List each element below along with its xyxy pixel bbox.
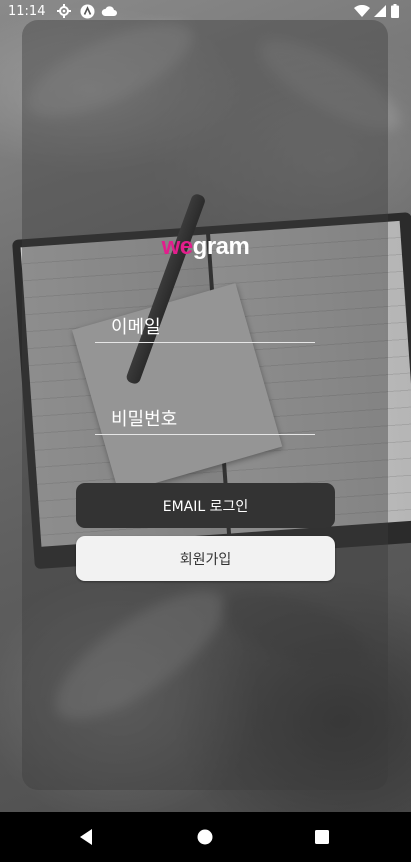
email-field — [95, 312, 315, 343]
battery-icon — [390, 3, 400, 19]
home-icon[interactable] — [193, 825, 217, 849]
logo-gram: gram — [192, 233, 250, 260]
app-icon — [79, 3, 95, 19]
status-bar: 11:14 — [0, 0, 411, 24]
signup-button[interactable]: 회원가입 — [76, 536, 335, 581]
back-icon[interactable] — [74, 825, 98, 849]
login-screen: 11:14 wegram EMAIL 로그인 회원가입 — [0, 0, 411, 862]
wifi-icon — [354, 3, 370, 19]
status-time: 11:14 — [8, 4, 46, 19]
cloud-icon — [101, 3, 117, 19]
recents-icon[interactable] — [310, 825, 334, 849]
app-logo: wegram — [0, 233, 411, 261]
navigation-bar — [0, 812, 411, 862]
password-field — [95, 404, 315, 435]
password-input[interactable] — [95, 404, 315, 434]
settings-icon — [56, 3, 72, 19]
logo-we: we — [161, 233, 194, 260]
email-login-button[interactable]: EMAIL 로그인 — [76, 483, 335, 528]
email-input[interactable] — [95, 312, 315, 342]
signal-icon — [372, 3, 388, 19]
